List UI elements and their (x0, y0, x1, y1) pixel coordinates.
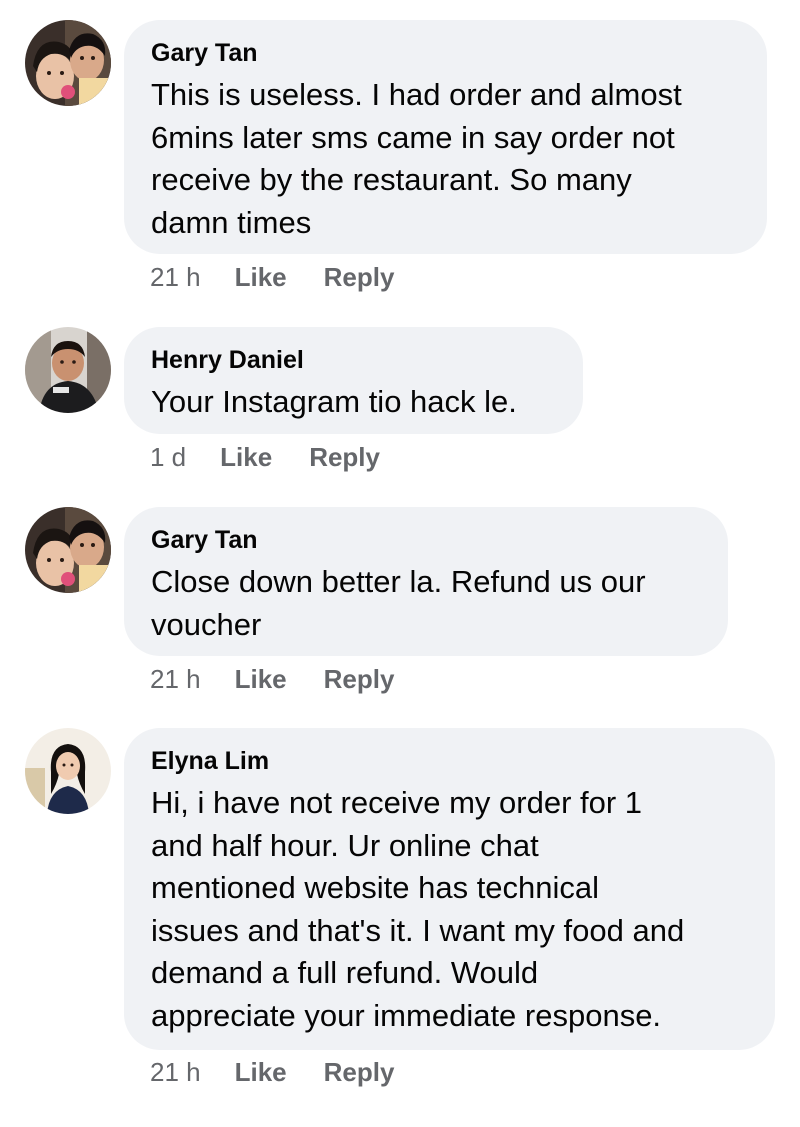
timestamp[interactable]: 1 d (150, 442, 186, 473)
author-name[interactable]: Gary Tan (151, 38, 741, 68)
reply-button[interactable]: Reply (324, 1057, 395, 1088)
reply-button[interactable]: Reply (324, 262, 395, 293)
timestamp[interactable]: 21 h (150, 262, 201, 293)
comment-text: This is useless. I had order and almost … (151, 77, 682, 240)
like-button[interactable]: Like (235, 262, 287, 293)
avatar[interactable] (25, 728, 111, 814)
comment-actions: 21 h Like Reply (150, 1057, 394, 1088)
reply-button[interactable]: Reply (309, 442, 380, 473)
reply-button[interactable]: Reply (324, 664, 395, 695)
couple-selfie-avatar-icon (25, 507, 111, 593)
avatar[interactable] (25, 507, 111, 593)
comment-actions: 21 h Like Reply (150, 262, 394, 293)
comment-bubble: Henry Daniel Your Instagram tio hack le. (124, 327, 583, 434)
timestamp[interactable]: 21 h (150, 664, 201, 695)
author-name[interactable]: Elyna Lim (151, 746, 749, 776)
comment-text: Hi, i have not receive my order for 1 an… (151, 785, 685, 1033)
couple-selfie-avatar-icon (25, 20, 111, 106)
like-button[interactable]: Like (220, 442, 272, 473)
like-button[interactable]: Like (235, 1057, 287, 1088)
comment-text: Close down better la. Refund us our vouc… (151, 564, 646, 642)
woman-portrait-avatar-icon (25, 728, 111, 814)
timestamp[interactable]: 21 h (150, 1057, 201, 1088)
comment-actions: 21 h Like Reply (150, 664, 394, 695)
author-name[interactable]: Gary Tan (151, 525, 702, 555)
avatar[interactable] (25, 20, 111, 106)
comment-actions: 1 d Like Reply (150, 442, 380, 473)
comment-bubble: Gary Tan Close down better la. Refund us… (124, 507, 728, 656)
avatar[interactable] (25, 327, 111, 413)
comment-thread: Gary Tan This is useless. I had order an… (0, 0, 800, 1127)
comment-text: Your Instagram tio hack le. (151, 384, 517, 419)
author-name[interactable]: Henry Daniel (151, 345, 557, 375)
comment-bubble: Gary Tan This is useless. I had order an… (124, 20, 767, 254)
like-button[interactable]: Like (235, 664, 287, 695)
comment-bubble: Elyna Lim Hi, i have not receive my orde… (124, 728, 775, 1050)
man-portrait-avatar-icon (25, 327, 111, 413)
